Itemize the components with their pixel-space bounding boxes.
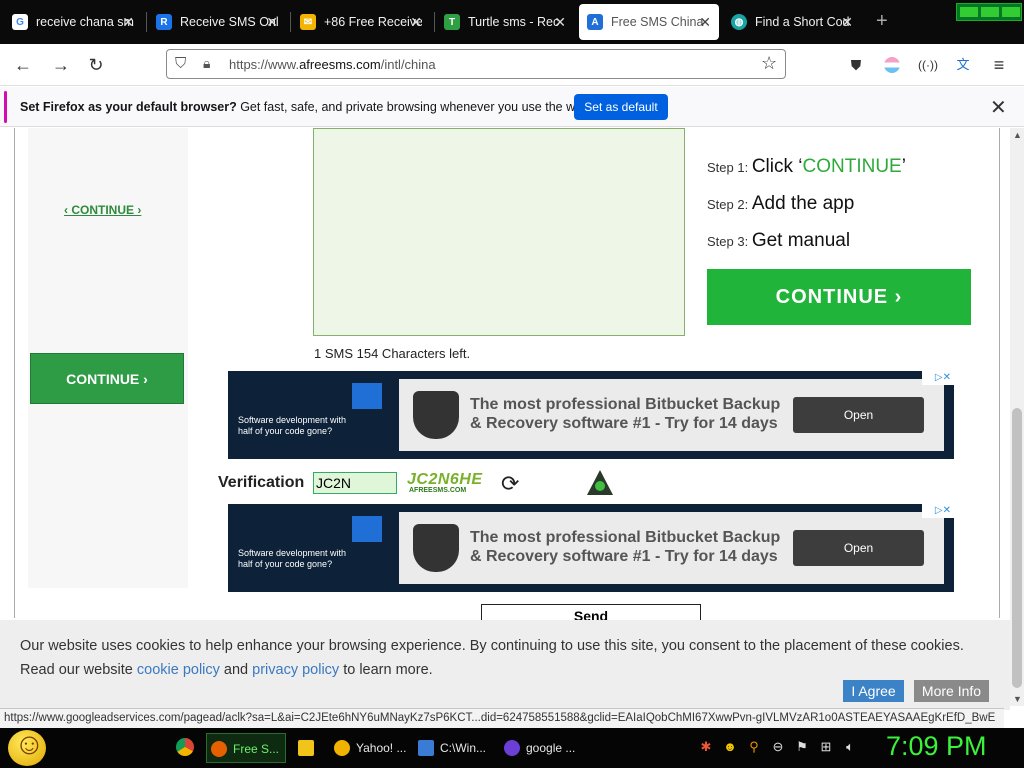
- navigation-bar: ← → ↻ ⛉ 🔒︎ https://www.afreesms.com/intl…: [0, 44, 1024, 86]
- close-window-icon[interactable]: [1002, 7, 1020, 17]
- menu-icon[interactable]: ≡: [988, 54, 1010, 76]
- tray-messenger-icon[interactable]: ☻: [722, 739, 738, 755]
- start-button[interactable]: [8, 728, 46, 766]
- taskbar-tor[interactable]: google ...: [500, 733, 580, 763]
- new-tab-icon[interactable]: +: [876, 10, 888, 33]
- default-browser-notification: Set Firefox as your default browser? Get…: [0, 87, 1024, 127]
- agree-button[interactable]: I Agree: [843, 680, 904, 702]
- globe-icon: ◍: [731, 14, 747, 30]
- back-icon[interactable]: ←: [12, 54, 34, 76]
- reload-icon[interactable]: ↻: [85, 54, 107, 76]
- tray-network-icon[interactable]: ⊞: [818, 739, 834, 755]
- turtle-icon: T: [444, 14, 460, 30]
- continue-link[interactable]: ‹ CONTINUE ›: [64, 203, 141, 217]
- google-icon: G: [12, 14, 28, 30]
- step-3: Step 3: Get manual: [707, 230, 851, 251]
- minimize-icon[interactable]: [960, 7, 978, 17]
- cookie-banner: Our website uses cookies to help enhance…: [0, 620, 1010, 710]
- bitbucket-ad-2[interactable]: Software development with half of your c…: [228, 504, 954, 592]
- cookie-policy-link[interactable]: cookie policy: [137, 662, 220, 678]
- window-controls[interactable]: [956, 3, 1022, 21]
- bitbucket-ad[interactable]: Software development with half of your c…: [228, 371, 954, 459]
- chrome-icon[interactable]: [176, 738, 194, 756]
- tray-volume-icon[interactable]: 🔈︎: [842, 739, 858, 755]
- adchoices-icon[interactable]: ▷✕: [922, 371, 954, 385]
- cookie-text: Our website uses cookies to help enhance…: [20, 638, 964, 678]
- notification-text: Set Firefox as your default browser? Get…: [20, 100, 593, 114]
- extension-icon[interactable]: ((·)): [917, 54, 939, 76]
- verification-input[interactable]: JC2N: [313, 472, 397, 494]
- tab-short-code[interactable]: ◍ Find a Short Cod ✕: [723, 4, 861, 40]
- continue-button-small[interactable]: CONTINUE ›: [30, 353, 184, 404]
- account-icon[interactable]: [881, 54, 903, 76]
- taskbar-folder[interactable]: [294, 733, 324, 763]
- step-1: Step 1: Click ‘CONTINUE’: [707, 156, 906, 177]
- bitbucket-logo-icon: [352, 516, 382, 542]
- yahoo-messenger-icon: [334, 740, 350, 756]
- bookmark-star-icon[interactable]: ☆: [761, 53, 777, 74]
- url-text[interactable]: https://www.afreesms.com/intl/china: [229, 57, 436, 72]
- lock-icon[interactable]: 🔒︎: [203, 55, 210, 72]
- scrollbar[interactable]: ▲ ▼: [1010, 128, 1024, 706]
- step-2: Step 2: Add the app: [707, 193, 855, 214]
- status-link-url: https://www.googleadservices.com/pagead/…: [0, 708, 1004, 728]
- close-tab-icon[interactable]: ✕: [554, 14, 566, 31]
- translate-icon[interactable]: 文: [952, 54, 974, 76]
- maximize-icon[interactable]: [981, 7, 999, 17]
- character-count: 1 SMS 154 Characters left.: [314, 346, 471, 361]
- tab-free-sms-china[interactable]: A Free SMS China ✕: [579, 4, 719, 40]
- receive-free-sms-icon: ✉: [300, 14, 316, 30]
- tab-turtle-sms[interactable]: T Turtle sms - Rec ✕: [436, 4, 574, 40]
- afreesms-icon: A: [587, 14, 603, 30]
- tab-free-receive[interactable]: ✉ +86 Free Receive ✕: [292, 4, 430, 40]
- ad-open-button[interactable]: Open: [793, 530, 924, 566]
- close-icon[interactable]: ✕: [990, 95, 1007, 120]
- clock[interactable]: 7:09 PM: [886, 731, 987, 762]
- taskbar: Free S... Yahoo! ... C:\Win... google ..…: [0, 728, 1024, 768]
- taskbar-cmd[interactable]: C:\Win...: [414, 733, 494, 763]
- tab-google-search[interactable]: G receive chana sm ✕: [4, 4, 142, 40]
- address-bar[interactable]: ⛉ 🔒︎ https://www.afreesms.com/intl/china…: [166, 49, 786, 79]
- command-prompt-icon: [418, 740, 434, 756]
- receive-sms-icon: R: [156, 14, 172, 30]
- tray-flag-icon[interactable]: ⚑: [794, 739, 810, 755]
- privacy-policy-link[interactable]: privacy policy: [252, 662, 339, 678]
- tray-minus-icon[interactable]: ⊖: [770, 739, 786, 755]
- close-tab-icon[interactable]: ✕: [841, 14, 853, 31]
- tray-search-icon[interactable]: ⚲: [746, 739, 762, 755]
- refresh-captcha-icon[interactable]: ⟳: [501, 471, 519, 497]
- taskbar-firefox[interactable]: Free S...: [206, 733, 286, 763]
- close-tab-icon[interactable]: ✕: [122, 14, 134, 31]
- ad-open-button[interactable]: Open: [793, 397, 924, 433]
- close-tab-icon[interactable]: ✕: [266, 14, 278, 31]
- message-textarea[interactable]: [313, 128, 685, 336]
- audio-captcha-icon[interactable]: [586, 469, 614, 497]
- tray-bug-icon[interactable]: ✱: [698, 739, 714, 755]
- pocket-icon[interactable]: ⛊: [845, 54, 867, 76]
- close-tab-icon[interactable]: ✕: [410, 14, 422, 31]
- shield-icon[interactable]: ⛉: [175, 55, 186, 72]
- captcha-image: JC2N6HE AFREESMS.COM: [403, 471, 491, 497]
- taskbar-yahoo[interactable]: Yahoo! ...: [330, 733, 408, 763]
- verification-label: Verification: [218, 474, 305, 491]
- scrollbar-thumb[interactable]: [1012, 408, 1022, 688]
- firefox-icon: [211, 741, 227, 757]
- adchoices-icon[interactable]: ▷✕: [922, 504, 954, 518]
- more-info-button[interactable]: More Info: [914, 680, 989, 702]
- lion-shield-icon: [413, 524, 459, 572]
- tor-browser-icon: [504, 740, 520, 756]
- lion-shield-icon: [413, 391, 459, 439]
- tab-bar: G receive chana sm ✕ R Receive SMS Onl ✕…: [0, 0, 1024, 44]
- folder-icon: [298, 740, 314, 756]
- bitbucket-logo-icon: [352, 383, 382, 409]
- set-default-button[interactable]: Set as default: [574, 94, 668, 120]
- tab-receive-sms[interactable]: R Receive SMS Onl ✕: [148, 4, 286, 40]
- continue-button-large[interactable]: CONTINUE ›: [707, 269, 971, 325]
- close-tab-icon[interactable]: ✕: [699, 14, 711, 31]
- forward-icon[interactable]: →: [50, 54, 72, 76]
